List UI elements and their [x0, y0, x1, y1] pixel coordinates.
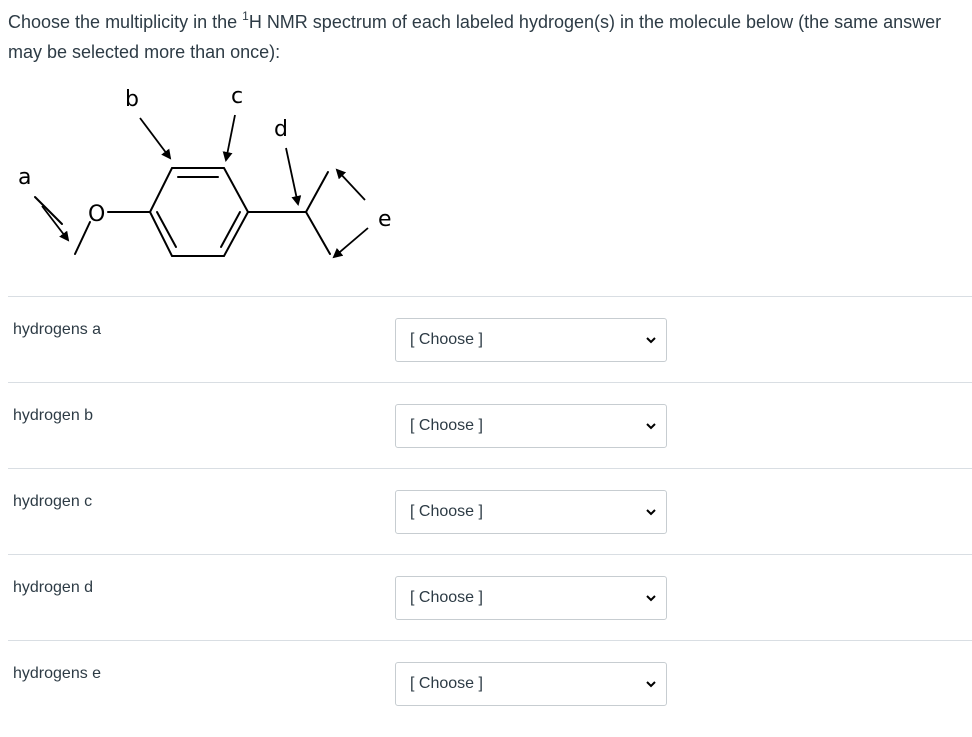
select-hydrogens-a[interactable]: [ Choose ]	[395, 318, 667, 362]
select-hydrogen-d[interactable]: [ Choose ]	[395, 576, 667, 620]
arrow-a	[41, 205, 70, 242]
select-hydrogens-e[interactable]: [ Choose ]	[395, 662, 667, 706]
answer-row-a: hydrogens a [ Choose ]	[8, 296, 972, 382]
answer-row-c: hydrogen c [ Choose ]	[8, 468, 972, 554]
molecule-diagram: a b c d e O	[18, 84, 392, 259]
answer-row-d: hydrogen d [ Choose ]	[8, 554, 972, 640]
row-label-a: hydrogens a	[13, 321, 102, 338]
label-d: d	[274, 117, 288, 142]
select-value-c: [ Choose ]	[410, 503, 483, 520]
row-label-c: hydrogen c	[13, 493, 93, 510]
row-label-d: hydrogen d	[13, 579, 94, 596]
answer-row-b: hydrogen b [ Choose ]	[8, 382, 972, 468]
label-a: a	[18, 165, 31, 190]
chevron-down-icon	[646, 337, 656, 344]
chevron-down-icon	[646, 595, 656, 602]
label-c: c	[231, 84, 243, 109]
molecule-bonds	[34, 167, 331, 257]
answer-row-e: hydrogens e [ Choose ]	[8, 640, 972, 726]
select-value-d: [ Choose ]	[410, 589, 483, 606]
select-hydrogen-c[interactable]: [ Choose ]	[395, 490, 667, 534]
chevron-down-icon	[646, 509, 656, 516]
label-b: b	[125, 87, 139, 112]
row-label-e: hydrogens e	[13, 665, 102, 682]
arrow-b	[139, 117, 172, 160]
oxygen-atom-label: O	[88, 202, 105, 227]
chevron-down-icon	[646, 681, 656, 688]
arrow-c	[222, 114, 236, 162]
label-e: e	[378, 207, 392, 232]
arrow-e-upper	[335, 168, 366, 201]
select-value-b: [ Choose ]	[410, 417, 483, 434]
select-value-a: [ Choose ]	[410, 331, 483, 348]
select-hydrogen-b[interactable]: [ Choose ]	[395, 404, 667, 448]
answer-rows: hydrogens a [ Choose ] hydrogen b [ Choo…	[8, 296, 972, 726]
chevron-down-icon	[646, 423, 656, 430]
arrow-e-lower	[332, 227, 369, 259]
select-value-e: [ Choose ]	[410, 675, 483, 692]
arrow-d	[285, 147, 302, 206]
row-label-b: hydrogen b	[13, 407, 94, 424]
